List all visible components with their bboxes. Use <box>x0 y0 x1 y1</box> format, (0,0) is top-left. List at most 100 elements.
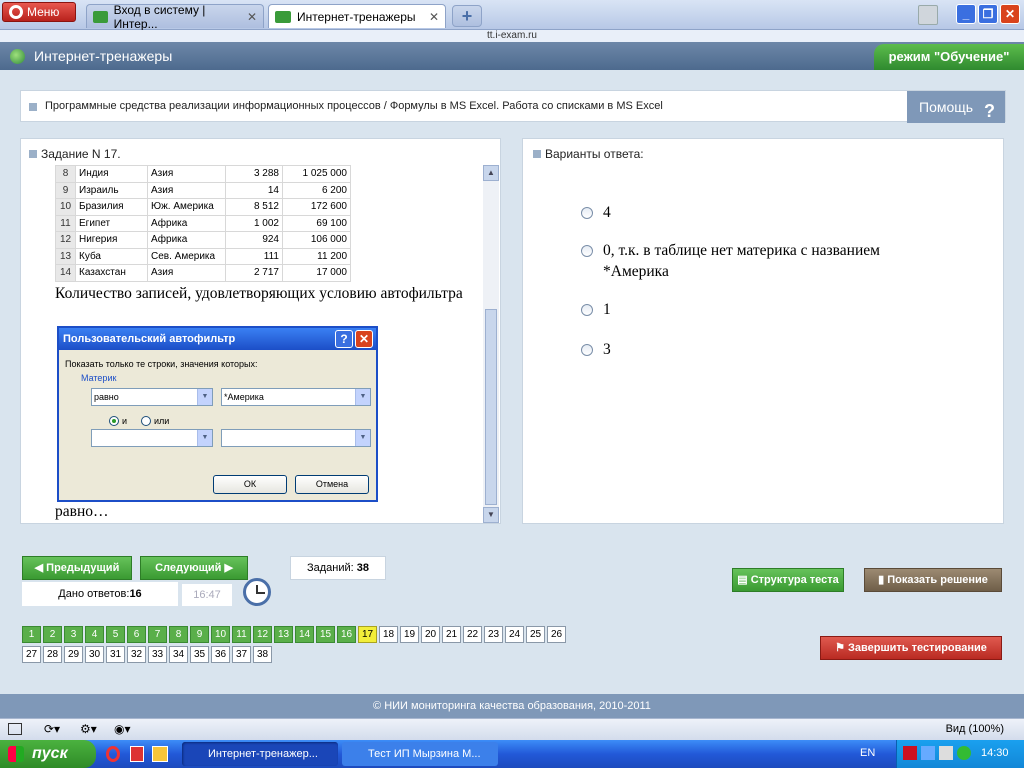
task-number-cell[interactable]: 27 <box>22 646 41 663</box>
prev-button[interactable]: ◀ Предыдущий <box>22 556 132 580</box>
task-number-cell[interactable]: 2 <box>43 626 62 643</box>
task-number-cell[interactable]: 25 <box>526 626 545 643</box>
question-icon: ? <box>984 101 995 121</box>
language-indicator[interactable]: EN <box>860 747 875 759</box>
task-number-cell[interactable]: 3 <box>64 626 83 643</box>
new-tab-button[interactable]: + <box>452 5 482 27</box>
task-number-cell[interactable]: 7 <box>148 626 167 643</box>
tab-login[interactable]: Вход в систему | Интер... ✕ <box>86 3 264 31</box>
next-button[interactable]: Следующий ▶ <box>140 556 248 580</box>
task-number-cell[interactable]: 32 <box>127 646 146 663</box>
cell-continent: Африка <box>147 231 226 249</box>
task-number-cell[interactable]: 12 <box>253 626 272 643</box>
task-number-cell[interactable]: 8 <box>169 626 188 643</box>
radio-icon[interactable] <box>581 344 593 356</box>
show-solution-button[interactable]: ▮ Показать решение <box>864 568 1002 592</box>
close-tab-icon[interactable]: ✕ <box>429 10 439 24</box>
task-number-cell[interactable]: 24 <box>505 626 524 643</box>
task-number-cell[interactable]: 11 <box>232 626 251 643</box>
answer-option[interactable]: 4 <box>581 202 883 223</box>
task-number-cell[interactable]: 35 <box>190 646 209 663</box>
scroll-thumb[interactable] <box>485 309 497 505</box>
task-number-cell[interactable]: 6 <box>127 626 146 643</box>
task-number-cell[interactable]: 26 <box>547 626 566 643</box>
network-icon[interactable]: ⚙▾ <box>80 722 97 736</box>
radio-or-label: или <box>154 416 170 426</box>
opera-menu-button[interactable]: Меню <box>2 2 76 22</box>
footer-copyright: © НИИ мониторинга качества образования, … <box>0 694 1024 718</box>
answer-option[interactable]: 0, т.к. в таблице нет материка с названи… <box>581 240 883 282</box>
scroll-down-icon[interactable]: ▼ <box>483 507 499 523</box>
power-icon[interactable] <box>957 746 971 760</box>
task-number-cell[interactable]: 13 <box>274 626 293 643</box>
help-button[interactable]: Помощь ? <box>907 91 1005 123</box>
structure-label: Структура теста <box>750 574 839 586</box>
zoom-level[interactable]: Вид (100%) <box>946 723 1004 735</box>
table-row: 10 Бразилия Юж. Америка 8 512 172 600 <box>55 198 351 216</box>
task-number-cell[interactable]: 33 <box>148 646 167 663</box>
radio-and: и <box>109 416 127 426</box>
task-number-cell[interactable]: 20 <box>421 626 440 643</box>
task-number-cell[interactable]: 1 <box>22 626 41 643</box>
dialog-show-label: Показать только те строки, значения кото… <box>65 359 258 369</box>
panel-toggle-icon[interactable] <box>8 723 22 735</box>
task-number-cell[interactable]: 14 <box>295 626 314 643</box>
cell-continent: Африка <box>147 214 226 232</box>
trash-icon[interactable] <box>918 5 938 25</box>
answer-option[interactable]: 3 <box>581 339 883 360</box>
close-tab-icon[interactable]: ✕ <box>247 10 257 24</box>
task-scrollbar[interactable]: ▲ ▼ <box>483 165 499 523</box>
site-favicon-icon <box>275 10 291 23</box>
taskbar-item-opera[interactable]: Интернет-тренажер... <box>182 742 338 766</box>
finish-test-button[interactable]: ⚑ Завершить тестирование <box>820 636 1002 660</box>
network-tray-icon[interactable] <box>921 746 935 760</box>
help-label: Помощь <box>919 99 974 115</box>
address-bar[interactable]: tt.i-exam.ru <box>0 30 1024 42</box>
cell-population: 69 100 <box>282 214 351 232</box>
task-number-cell[interactable]: 5 <box>106 626 125 643</box>
taskbar-item-label: Тест ИП Мырзина М... <box>368 748 481 760</box>
task-number-cell[interactable]: 10 <box>211 626 230 643</box>
task-number-cell[interactable]: 31 <box>106 646 125 663</box>
radio-icon[interactable] <box>581 245 593 257</box>
answer-option[interactable]: 1 <box>581 299 883 320</box>
kaspersky-icon[interactable] <box>903 746 917 760</box>
test-structure-button[interactable]: ▤ Структура теста <box>732 568 844 592</box>
task-number-current[interactable]: 17 <box>358 626 377 643</box>
task-number-cell[interactable]: 22 <box>463 626 482 643</box>
task-number-cell[interactable]: 28 <box>43 646 62 663</box>
task-number-cell[interactable]: 21 <box>442 626 461 643</box>
taskbar-item-word[interactable]: Тест ИП Мырзина М... <box>342 742 498 766</box>
task-number-cell[interactable]: 15 <box>316 626 335 643</box>
task-number-cell[interactable]: 19 <box>400 626 419 643</box>
sync-icon[interactable]: ⟳▾ <box>44 722 60 736</box>
restore-button[interactable]: ❐ <box>978 4 998 24</box>
task-number-cell[interactable]: 16 <box>337 626 356 643</box>
save-quicklaunch-icon[interactable] <box>130 746 144 762</box>
task-number-cell[interactable]: 30 <box>85 646 104 663</box>
operator-value: равно <box>94 392 119 402</box>
task-number-cell[interactable]: 38 <box>253 646 272 663</box>
task-number-cell[interactable]: 23 <box>484 626 503 643</box>
table-row: 8 Индия Азия 3 288 1 025 000 <box>55 165 351 183</box>
start-button[interactable]: пуск <box>0 740 96 768</box>
minimize-button[interactable]: _ <box>956 4 976 24</box>
row-number: 9 <box>55 181 76 199</box>
safely-remove-icon[interactable] <box>939 746 953 760</box>
scroll-up-icon[interactable]: ▲ <box>483 165 499 181</box>
radio-icon[interactable] <box>581 207 593 219</box>
opera-quicklaunch-icon[interactable] <box>106 746 120 762</box>
calendar-quicklaunch-icon[interactable] <box>152 746 168 762</box>
task-number-cell[interactable]: 34 <box>169 646 188 663</box>
unite-icon[interactable]: ◉▾ <box>114 722 131 736</box>
radio-icon[interactable] <box>581 304 593 316</box>
task-number-cell[interactable]: 29 <box>64 646 83 663</box>
task-number-cell[interactable]: 37 <box>232 646 251 663</box>
task-number-cell[interactable]: 18 <box>379 626 398 643</box>
cell-area: 1 002 <box>225 214 283 232</box>
task-number-cell[interactable]: 4 <box>85 626 104 643</box>
close-window-button[interactable]: ✕ <box>1000 4 1020 24</box>
task-number-cell[interactable]: 36 <box>211 646 230 663</box>
task-number-cell[interactable]: 9 <box>190 626 209 643</box>
tab-trainer[interactable]: Интернет-тренажеры ✕ <box>268 4 446 28</box>
